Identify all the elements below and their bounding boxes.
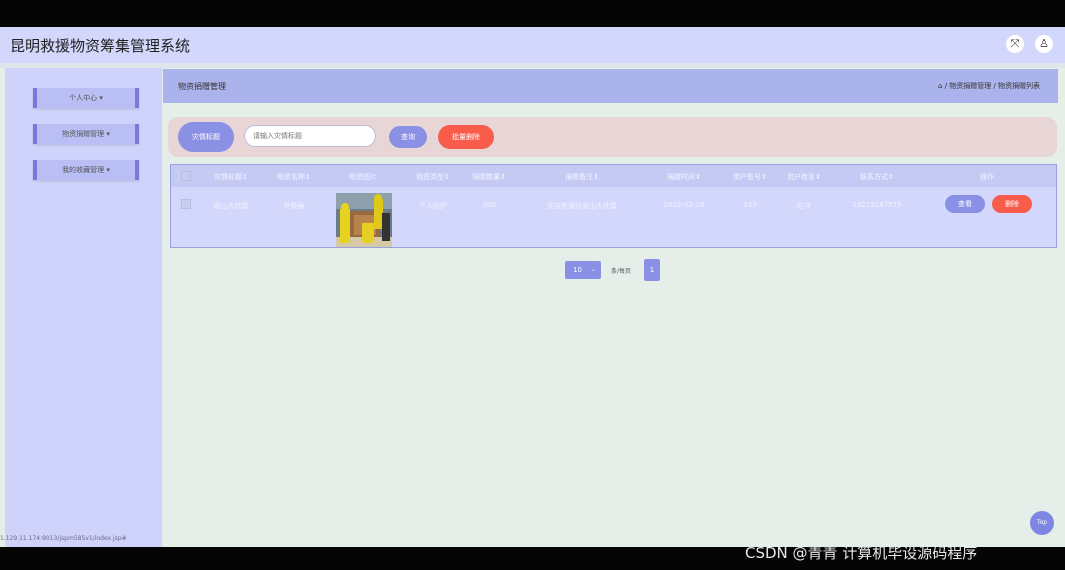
title-bar: 物资捐赠管理 ⌂ / 物资捐赠管理 / 物资捐赠列表 — [163, 69, 1058, 103]
app-header: 昆明救援物资筹集管理系统 ⤧ ♙ — [0, 27, 1065, 63]
sidebar-item-favorites-management[interactable]: 我的收藏管理 ▾ — [33, 160, 139, 180]
page-title: 物资捐赠管理 — [178, 82, 226, 91]
page-number-current[interactable]: 1 — [644, 259, 660, 281]
query-button[interactable]: 查询 — [389, 126, 427, 148]
watermark: CSDN @青青 计算机毕设源码程序 — [745, 544, 978, 562]
item-photo — [336, 193, 392, 247]
column-header-quantity[interactable]: 捐赠数量⇕ — [472, 172, 506, 182]
cell-item-type: 个人防护 — [419, 202, 447, 210]
status-url: 1.129.11.174:9013/jspm585v1/index.jsp# — [0, 535, 127, 542]
chevron-down-icon: ⌄ — [591, 266, 597, 273]
cell-remark: 支持救援给唐山大地震 — [547, 202, 617, 210]
delete-button[interactable]: 删除 — [992, 195, 1032, 213]
back-to-top-button[interactable]: Top — [1030, 511, 1054, 535]
column-header-user-name[interactable]: 用户姓名⇕ — [787, 172, 821, 182]
cell-user-name: 赵洋 — [797, 202, 811, 210]
column-header-item-name[interactable]: 物资名称⇕ — [277, 172, 311, 182]
app-window: 昆明救援物资筹集管理系统 ⤧ ♙ 个人中心 ▾ 物资捐赠管理 ▾ 我的收藏管理 … — [0, 27, 1065, 547]
cell-item-name: 呼吸器 — [283, 202, 305, 210]
column-header-title[interactable]: 灾情标题⇕ — [214, 172, 248, 182]
table-header: 灾情标题⇕ 物资名称⇕ 物资图片 物资类型⇕ 捐赠数量⇕ 捐赠备注⇕ 捐赠时间⇕… — [171, 165, 1056, 187]
fullscreen-icon[interactable]: ⤧ — [1006, 35, 1024, 53]
column-header-item-type[interactable]: 物资类型⇕ — [416, 172, 450, 182]
cell-account: 333 — [743, 201, 757, 209]
page-size-value: 10 — [573, 266, 582, 274]
column-header-actions: 操作 — [980, 173, 994, 181]
cell-quantity: 300 — [482, 201, 496, 209]
sidebar: 个人中心 ▾ 物资捐赠管理 ▾ 我的收藏管理 ▾ — [5, 68, 162, 547]
search-input[interactable] — [244, 125, 376, 147]
row-checkbox[interactable] — [181, 199, 191, 209]
select-all-checkbox[interactable] — [181, 171, 191, 181]
cell-time: 2022-02-18 — [663, 201, 705, 209]
cell-phone: 15219187575 — [852, 201, 902, 209]
batch-delete-button[interactable]: 批量删除 — [438, 125, 494, 149]
column-header-remark[interactable]: 捐赠备注⇕ — [565, 172, 599, 182]
search-label: 灾情标题 — [178, 122, 234, 152]
column-header-phone[interactable]: 联系方式⇕ — [860, 172, 894, 182]
video-top-bar — [0, 0, 1065, 27]
breadcrumb[interactable]: ⌂ / 物资捐赠管理 / 物资捐赠列表 — [938, 81, 1040, 91]
search-bar: 灾情标题 查询 批量删除 — [168, 117, 1057, 157]
sidebar-item-personal-center[interactable]: 个人中心 ▾ — [33, 88, 139, 108]
column-header-time[interactable]: 捐赠时间⇕ — [667, 172, 701, 182]
user-icon[interactable]: ♙ — [1035, 35, 1053, 53]
donation-table: 灾情标题⇕ 物资名称⇕ 物资图片 物资类型⇕ 捐赠数量⇕ 捐赠备注⇕ 捐赠时间⇕… — [170, 164, 1057, 248]
column-header-item-image: 物资图片 — [349, 173, 377, 181]
per-page-label: 条/每页 — [611, 268, 632, 275]
view-button[interactable]: 查看 — [945, 195, 985, 213]
sidebar-item-donation-management[interactable]: 物资捐赠管理 ▾ — [33, 124, 139, 144]
cell-title: 唐山大地震 — [213, 202, 249, 210]
rescue-workers-image — [336, 193, 392, 247]
column-header-account[interactable]: 用户账号⇕ — [733, 172, 767, 182]
main-content: 物资捐赠管理 ⌂ / 物资捐赠管理 / 物资捐赠列表 灾情标题 查询 批量删除 … — [163, 68, 1065, 547]
app-title: 昆明救援物资筹集管理系统 — [10, 37, 191, 55]
page-size-select[interactable]: 10 ⌄ — [565, 261, 601, 279]
